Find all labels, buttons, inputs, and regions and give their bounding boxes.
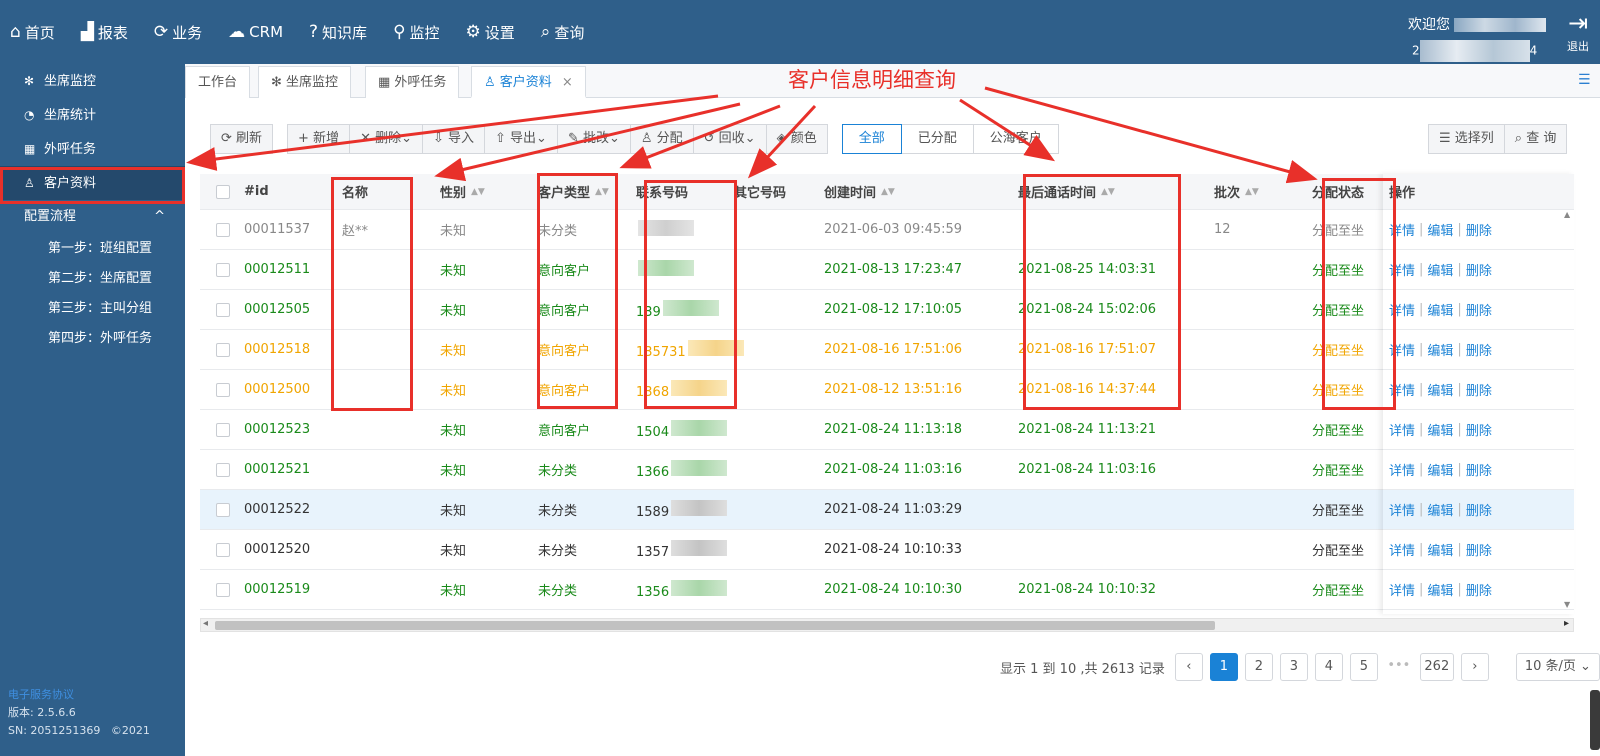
- annotation-arrows: [186, 86, 1318, 184]
- page-scroll-handle[interactable]: [1590, 690, 1600, 750]
